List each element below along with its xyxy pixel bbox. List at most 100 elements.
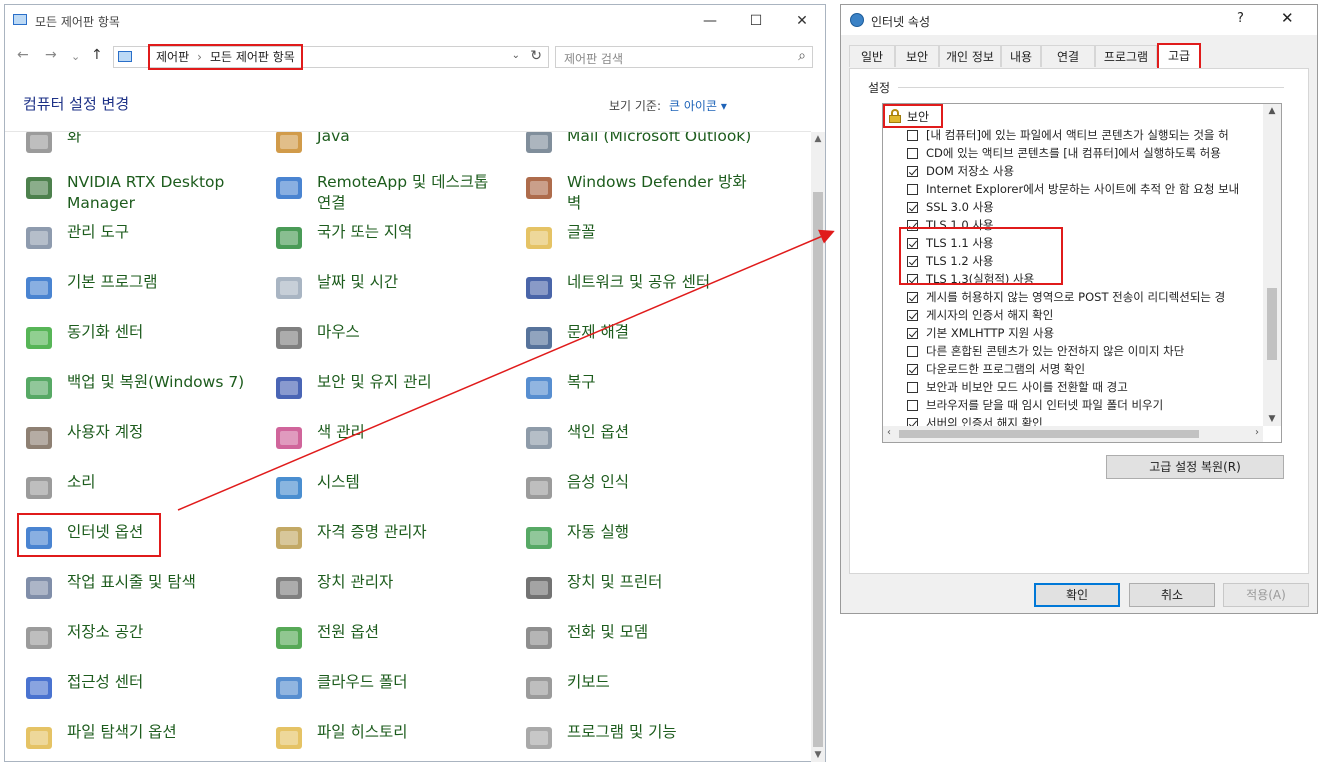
setting-option[interactable]: 서버의 인증서 해지 확인 bbox=[907, 414, 1043, 426]
control-panel-item[interactable]: 화 bbox=[23, 132, 257, 158]
control-panel-item[interactable]: 색인 옵션 bbox=[523, 422, 757, 454]
control-panel-item[interactable]: 네트워크 및 공유 센터 bbox=[523, 272, 757, 304]
control-panel-item[interactable]: 프로그램 및 기능 bbox=[523, 722, 757, 754]
control-panel-item[interactable]: NVIDIA RTX Desktop Manager bbox=[23, 172, 257, 214]
setting-option[interactable]: 다른 혼합된 콘텐츠가 있는 안전하지 않은 이미지 차단 bbox=[907, 342, 1184, 360]
tab-1[interactable]: 보안 bbox=[895, 45, 939, 67]
search-icon[interactable]: ⌕ bbox=[798, 48, 806, 64]
items-scrollbar[interactable]: ▲ ▼ bbox=[811, 132, 825, 762]
scroll-thumb[interactable] bbox=[813, 192, 823, 747]
control-panel-item[interactable]: 키보드 bbox=[523, 672, 757, 704]
address-dropdown-icon[interactable]: ⌄ bbox=[512, 50, 520, 61]
control-panel-item[interactable]: 파일 탐색기 옵션 bbox=[23, 722, 257, 754]
control-panel-item[interactable]: 파일 히스토리 bbox=[273, 722, 507, 754]
restore-advanced-settings-button[interactable]: 고급 설정 복원(R) bbox=[1106, 455, 1284, 479]
checked-checkbox[interactable] bbox=[907, 327, 918, 339]
unchecked-checkbox[interactable] bbox=[907, 129, 918, 141]
control-panel-item[interactable]: 자동 실행 bbox=[523, 522, 757, 554]
setting-option[interactable]: 기본 XMLHTTP 지원 사용 bbox=[907, 324, 1054, 342]
control-panel-item[interactable]: 장치 관리자 bbox=[273, 572, 507, 604]
settings-vertical-scrollbar[interactable]: ▲ ▼ bbox=[1263, 104, 1281, 426]
control-panel-item[interactable]: 글꼴 bbox=[523, 222, 757, 254]
back-button[interactable]: ← bbox=[17, 47, 29, 63]
unchecked-checkbox[interactable] bbox=[907, 147, 918, 159]
setting-option[interactable]: 게시를 허용하지 않는 영역으로 POST 전송이 리디렉션되는 경 bbox=[907, 288, 1225, 306]
close-button[interactable]: ✕ bbox=[779, 9, 825, 33]
control-panel-item[interactable]: 문제 해결 bbox=[523, 322, 757, 354]
control-panel-item[interactable]: 기본 프로그램 bbox=[23, 272, 257, 304]
control-panel-item[interactable]: Windows Defender 방화벽 bbox=[523, 172, 757, 214]
settings-vertical-thumb[interactable] bbox=[1267, 288, 1277, 360]
control-panel-item[interactable]: Java bbox=[273, 132, 507, 158]
control-panel-item[interactable]: Mail (Microsoft Outlook) bbox=[523, 132, 757, 158]
view-by-dropdown[interactable]: 큰 아이콘 ▾ bbox=[669, 99, 727, 113]
unchecked-checkbox[interactable] bbox=[907, 183, 918, 195]
control-panel-item[interactable]: 장치 및 프린터 bbox=[523, 572, 757, 604]
control-panel-item[interactable]: 사용자 계정 bbox=[23, 422, 257, 454]
breadcrumb-current[interactable]: 모든 제어판 항목 bbox=[210, 50, 295, 64]
control-panel-item[interactable]: 자격 증명 관리자 bbox=[273, 522, 507, 554]
control-panel-item[interactable]: 전화 및 모뎀 bbox=[523, 622, 757, 654]
setting-option[interactable]: DOM 저장소 사용 bbox=[907, 162, 1014, 180]
unchecked-checkbox[interactable] bbox=[907, 399, 918, 411]
setting-option[interactable]: 게시자의 인증서 해지 확인 bbox=[907, 306, 1053, 324]
control-panel-item[interactable]: 소리 bbox=[23, 472, 257, 504]
control-panel-item[interactable]: 접근성 센터 bbox=[23, 672, 257, 704]
setting-option[interactable]: 보안과 비보안 모드 사이를 전환할 때 경고 bbox=[907, 378, 1128, 396]
setting-option[interactable]: 다운로드한 프로그램의 서명 확인 bbox=[907, 360, 1085, 378]
breadcrumb-root[interactable]: 제어판 bbox=[156, 50, 189, 64]
control-panel-item[interactable]: RemoteApp 및 데스크톱 연결 bbox=[273, 172, 507, 214]
control-panel-item[interactable]: 복구 bbox=[523, 372, 757, 404]
control-panel-item[interactable]: 작업 표시줄 및 탐색 bbox=[23, 572, 257, 604]
unchecked-checkbox[interactable] bbox=[907, 345, 918, 357]
setting-option[interactable]: CD에 있는 액티브 콘텐츠를 [내 컴퓨터]에서 실행하도록 허용 bbox=[907, 144, 1221, 162]
control-panel-item[interactable]: 보안 및 유지 관리 bbox=[273, 372, 507, 404]
control-panel-item[interactable]: 마우스 bbox=[273, 322, 507, 354]
checked-checkbox[interactable] bbox=[907, 309, 918, 321]
scroll-down-arrow[interactable]: ▼ bbox=[811, 750, 825, 760]
tab-4[interactable]: 연결 bbox=[1041, 45, 1095, 67]
settings-scroll-down-arrow[interactable]: ▼ bbox=[1263, 414, 1281, 424]
settings-scroll-up-arrow[interactable]: ▲ bbox=[1263, 106, 1281, 116]
tab-2[interactable]: 개인 정보 bbox=[939, 45, 1001, 67]
settings-horizontal-scrollbar[interactable]: ‹ › bbox=[883, 426, 1263, 442]
ok-button[interactable]: 확인 bbox=[1034, 583, 1120, 607]
control-panel-item[interactable]: 저장소 공간 bbox=[23, 622, 257, 654]
tab-0[interactable]: 일반 bbox=[849, 45, 895, 67]
dialog-close-button[interactable]: ✕ bbox=[1281, 9, 1294, 27]
search-input[interactable]: 제어판 검색 ⌕ bbox=[555, 46, 813, 68]
control-panel-item[interactable]: 관리 도구 bbox=[23, 222, 257, 254]
cancel-button[interactable]: 취소 bbox=[1129, 583, 1215, 607]
unchecked-checkbox[interactable] bbox=[907, 381, 918, 393]
control-panel-item[interactable]: 동기화 센터 bbox=[23, 322, 257, 354]
minimize-button[interactable]: — bbox=[687, 9, 733, 33]
up-button[interactable]: ↑ bbox=[91, 47, 103, 63]
control-panel-item[interactable]: 백업 및 복원(Windows 7) bbox=[23, 372, 257, 404]
control-panel-item[interactable]: 전원 옵션 bbox=[273, 622, 507, 654]
address-bar[interactable]: 제어판 › 모든 제어판 항목 ⌄ ↻ bbox=[113, 44, 549, 70]
checked-checkbox[interactable] bbox=[907, 165, 918, 177]
maximize-button[interactable]: ☐ bbox=[733, 9, 779, 33]
setting-option[interactable]: [내 컴퓨터]에 있는 파일에서 액티브 콘텐츠가 실행되는 것을 허 bbox=[907, 126, 1229, 144]
checked-checkbox[interactable] bbox=[907, 363, 918, 375]
setting-option[interactable]: Internet Explorer에서 방문하는 사이트에 추적 안 함 요청 … bbox=[907, 180, 1239, 198]
setting-option[interactable]: SSL 3.0 사용 bbox=[907, 198, 994, 216]
setting-option[interactable]: 브라우저를 닫을 때 임시 인터넷 파일 폴더 비우기 bbox=[907, 396, 1163, 414]
tab-3[interactable]: 내용 bbox=[1001, 45, 1041, 67]
recent-locations-button[interactable]: ⌄ bbox=[71, 50, 80, 63]
help-button[interactable]: ? bbox=[1237, 11, 1244, 26]
tab-6[interactable]: 고급 bbox=[1157, 43, 1201, 68]
settings-scroll-right-arrow[interactable]: › bbox=[1255, 427, 1259, 438]
scroll-up-arrow[interactable]: ▲ bbox=[811, 134, 825, 144]
tab-5[interactable]: 프로그램 bbox=[1095, 45, 1157, 67]
control-panel-item[interactable]: 국가 또는 지역 bbox=[273, 222, 507, 254]
settings-horizontal-thumb[interactable] bbox=[899, 430, 1199, 438]
control-panel-item[interactable]: 클라우드 폴더 bbox=[273, 672, 507, 704]
control-panel-item[interactable]: 시스템 bbox=[273, 472, 507, 504]
refresh-icon[interactable]: ↻ bbox=[530, 48, 542, 64]
checked-checkbox[interactable] bbox=[907, 291, 918, 303]
settings-scroll-left-arrow[interactable]: ‹ bbox=[887, 427, 891, 438]
forward-button[interactable]: → bbox=[45, 47, 57, 63]
control-panel-item[interactable]: 색 관리 bbox=[273, 422, 507, 454]
checked-checkbox[interactable] bbox=[907, 417, 918, 426]
